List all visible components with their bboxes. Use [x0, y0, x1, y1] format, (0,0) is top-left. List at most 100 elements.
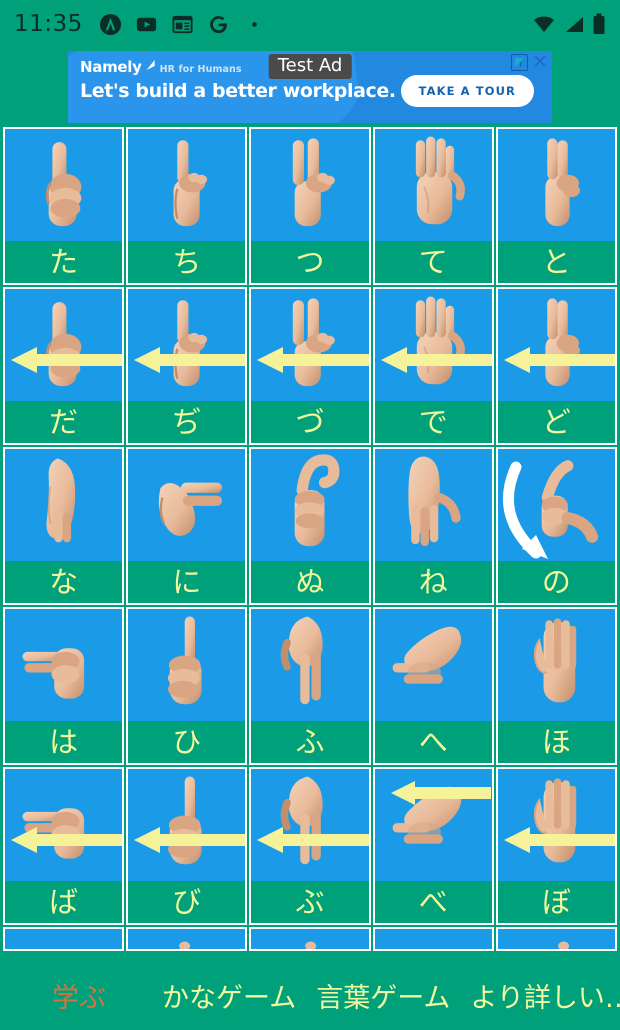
- two-fingers-together-hand: [497, 289, 616, 401]
- kana-label: ぶ: [251, 881, 369, 923]
- hand-tip-icon: [305, 941, 317, 949]
- close-icon[interactable]: ✕: [532, 53, 548, 72]
- bottom-navigation: 学ぶ かなゲーム 言葉ゲーム より詳しい…: [0, 960, 620, 1030]
- kana-cell-ぬ[interactable]: ぬ: [249, 447, 371, 605]
- kana-cell-な[interactable]: な: [3, 447, 125, 605]
- kana-label: ち: [128, 241, 246, 283]
- direction-arrow-left-icon: [11, 827, 123, 853]
- kana-label: と: [497, 241, 616, 283]
- kana-cell-ぶ[interactable]: ぶ: [249, 767, 371, 925]
- two-fingers-down-hand: [251, 769, 369, 881]
- index-up-hand: [128, 289, 246, 401]
- two-fingers-up-hand: [251, 289, 369, 401]
- hand-illustration: [293, 138, 336, 227]
- kana-cell-だ[interactable]: だ: [3, 287, 125, 445]
- kana-cell-ぢ[interactable]: ぢ: [126, 287, 248, 445]
- kana-cell-ち[interactable]: ち: [126, 127, 248, 285]
- direction-arrow-left-icon: [11, 347, 123, 373]
- kana-cell-び[interactable]: び: [126, 767, 248, 925]
- kana-cell-で[interactable]: で: [372, 287, 494, 445]
- kana-cell-と[interactable]: と: [495, 127, 618, 285]
- hand-illustration: [408, 456, 461, 547]
- direction-arrow-left-icon: [503, 827, 616, 853]
- kana-label: は: [5, 721, 123, 763]
- hand-illustration: [415, 136, 465, 225]
- cellular-signal-icon: [566, 17, 583, 32]
- hand-illustration: [545, 138, 580, 227]
- hand-illustration: [533, 778, 577, 863]
- kana-cell-partial[interactable]: [249, 927, 371, 951]
- ad-brand-name: Namely: [80, 58, 142, 76]
- kana-cell-ひ[interactable]: ひ: [126, 607, 248, 765]
- kana-cell-ふ[interactable]: ふ: [249, 607, 371, 765]
- two-fingers-forward-hand: [5, 769, 123, 881]
- direction-arrow-top-icon: [390, 781, 491, 805]
- nav-item-more-details[interactable]: より詳しい…: [470, 976, 620, 1015]
- kana-cell-ね[interactable]: ね: [372, 447, 494, 605]
- kana-cell-の[interactable]: の: [495, 447, 618, 605]
- kana-cell-へ[interactable]: へ: [372, 607, 494, 765]
- hand-illustration: [168, 616, 202, 705]
- kana-cell-に[interactable]: に: [126, 447, 248, 605]
- kana-label: の: [497, 561, 616, 603]
- ad-choices-controls: ✕: [511, 53, 548, 72]
- ad-cta-button[interactable]: TAKE A TOUR: [400, 75, 534, 107]
- bent-finger-fist-hand: [251, 449, 369, 561]
- nav-item-word-game[interactable]: 言葉ゲーム: [316, 976, 450, 1015]
- open-palm-hand: [374, 129, 492, 241]
- kana-cell-た[interactable]: た: [3, 127, 125, 285]
- youtube-icon: [136, 17, 156, 31]
- kana-label: へ: [374, 721, 492, 763]
- status-bar-system-icons: [532, 0, 606, 48]
- kana-cell-づ[interactable]: づ: [249, 287, 371, 445]
- two-fingers-together-hand: [497, 129, 616, 241]
- nav-item-learn[interactable]: 学ぶ: [0, 976, 106, 1015]
- adchoices-icon[interactable]: [511, 54, 529, 71]
- kana-cell-ば[interactable]: ば: [3, 767, 125, 925]
- kana-cell-は[interactable]: は: [3, 607, 125, 765]
- kana-cell-ど[interactable]: ど: [495, 287, 618, 445]
- thumb-up-hand: [5, 289, 123, 401]
- kana-label: ふ: [251, 721, 369, 763]
- kana-cell-ぼ[interactable]: ぼ: [495, 767, 618, 925]
- kana-cell-partial[interactable]: [3, 927, 125, 951]
- hand-tip-icon: [557, 941, 569, 949]
- google-g-icon: [209, 15, 227, 33]
- kana-cell-つ[interactable]: つ: [249, 127, 371, 285]
- kana-cell-べ[interactable]: べ: [372, 767, 494, 925]
- kana-row: な に ぬ ね の: [2, 446, 618, 606]
- hand-illustration: [281, 776, 324, 865]
- news-calendar-icon: [172, 15, 193, 33]
- kana-cell-partial[interactable]: [495, 927, 618, 951]
- kana-row: だ ぢ づ で ど: [2, 286, 618, 446]
- hand-illustration-partial: [5, 929, 123, 949]
- kana-grid: た ち つ て と だ ぢ づ で ど な に ぬ ね の は ひ ふ へ ほ …: [0, 126, 620, 952]
- status-bar-clock: 11:35: [14, 11, 83, 37]
- pointing-finger-side-hand: [374, 609, 492, 721]
- hand-illustration-partial: [497, 929, 616, 949]
- kana-label: ば: [5, 881, 123, 923]
- direction-arrow-curve-icon: [502, 461, 548, 559]
- kana-label: で: [374, 401, 492, 443]
- hand-illustration: [45, 142, 82, 227]
- direction-arrow-left-icon: [257, 827, 369, 853]
- kana-cell-て[interactable]: て: [372, 127, 494, 285]
- hand-illustration: [158, 482, 223, 536]
- kana-label: ど: [497, 401, 616, 443]
- kana-cell-ほ[interactable]: ほ: [495, 607, 618, 765]
- hand-pointing-down: [5, 449, 123, 561]
- kana-label: だ: [5, 401, 123, 443]
- nav-item-kana-game[interactable]: かなゲーム: [162, 976, 296, 1015]
- ad-brand-mark-icon: [146, 60, 155, 70]
- flat-hand-down: [374, 449, 492, 561]
- index-up-fist-hand: [128, 609, 246, 721]
- kana-label: づ: [251, 401, 369, 443]
- two-fingers-down-hand: [251, 609, 369, 721]
- hand-illustration: [293, 298, 336, 387]
- kana-row: た ち つ て と: [2, 126, 618, 286]
- kana-cell-partial[interactable]: [372, 927, 494, 951]
- index-up-hand: [128, 129, 246, 241]
- kana-cell-partial[interactable]: [126, 927, 248, 951]
- direction-arrow-left-icon: [134, 347, 246, 373]
- ad-banner[interactable]: Namely HR for Humans Let's build a bette…: [68, 51, 552, 123]
